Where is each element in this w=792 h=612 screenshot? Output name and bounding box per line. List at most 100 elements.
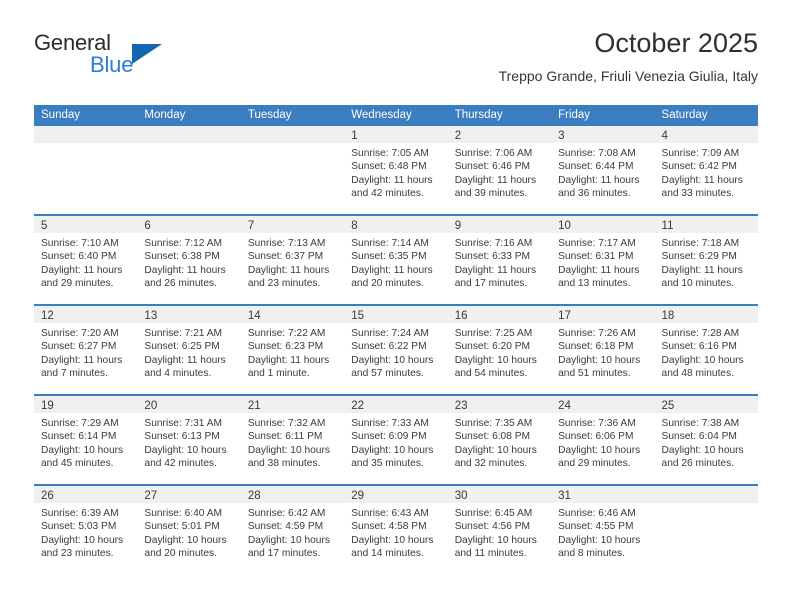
- calendar-day-cell[interactable]: 11 Sunrise: 7:18 AM Sunset: 6:29 PM Dayligh…: [654, 216, 758, 304]
- calendar-week-row: 1 Sunrise: 7:05 AM Sunset: 6:48 PM Daylight…: [34, 126, 758, 214]
- daylight-text-line2: and 20 minutes.: [351, 277, 424, 289]
- daylight-text-line1: Daylight: 10 hours: [454, 534, 537, 546]
- day-info: Sunrise: 6:43 AM Sunset: 4:58 PM Daylight:…: [344, 503, 447, 560]
- calendar-page: General Blue October 2025 Treppo Grande,…: [0, 0, 792, 612]
- calendar-day-cell-empty: [654, 486, 758, 574]
- weekday-monday: Monday: [144, 109, 186, 121]
- calendar-day-cell[interactable]: 5 Sunrise: 7:10 AM Sunset: 6:40 PM Daylight…: [34, 216, 138, 304]
- calendar-day-cell[interactable]: 14 Sunrise: 7:22 AM Sunset: 6:23 PM Dayligh…: [240, 306, 345, 394]
- day-number: 22: [351, 400, 365, 412]
- day-number-strip: 30: [447, 486, 552, 503]
- calendar-day-cell[interactable]: 27 Sunrise: 6:40 AM Sunset: 5:01 PM Dayligh…: [137, 486, 241, 574]
- sunset-text: Sunset: 4:58 PM: [351, 521, 427, 533]
- daylight-text-line1: Daylight: 11 hours: [558, 174, 640, 186]
- daylight-text-line2: and 57 minutes.: [351, 367, 424, 379]
- sunrise-text: Sunrise: 7:13 AM: [247, 238, 326, 249]
- day-info: Sunrise: 6:39 AM Sunset: 5:03 PM Daylight:…: [34, 503, 137, 560]
- sunrise-text: Sunrise: 7:08 AM: [558, 148, 636, 159]
- sunset-text: Sunset: 5:03 PM: [41, 521, 117, 533]
- calendar-day-cell[interactable]: 29 Sunrise: 6:43 AM Sunset: 4:58 PM Dayligh…: [344, 486, 448, 574]
- calendar-day-cell[interactable]: 16 Sunrise: 7:25 AM Sunset: 6:20 PM Dayligh…: [447, 306, 552, 394]
- sunrise-text: Sunrise: 6:40 AM: [144, 508, 223, 519]
- day-info: Sunrise: 7:31 AM Sunset: 6:13 PM Daylight:…: [137, 413, 240, 470]
- day-number: 7: [247, 220, 255, 232]
- calendar-day-cell[interactable]: 25 Sunrise: 7:38 AM Sunset: 6:04 PM Dayligh…: [654, 396, 758, 484]
- calendar-day-cell[interactable]: 19 Sunrise: 7:29 AM Sunset: 6:14 PM Dayligh…: [34, 396, 138, 484]
- day-info: Sunrise: 7:38 AM Sunset: 6:04 PM Daylight:…: [655, 413, 758, 470]
- calendar-day-cell[interactable]: 10 Sunrise: 7:17 AM Sunset: 6:31 PM Dayligh…: [551, 216, 655, 304]
- daylight-text-line1: Daylight: 10 hours: [144, 534, 227, 546]
- sunset-text: Sunset: 6:44 PM: [558, 161, 634, 173]
- general-blue-logo: General Blue: [34, 30, 234, 86]
- calendar-day-cell[interactable]: 7 Sunrise: 7:13 AM Sunset: 6:37 PM Daylight…: [240, 216, 345, 304]
- sunrise-text: Sunrise: 7:18 AM: [661, 238, 740, 249]
- calendar-day-cell[interactable]: 17 Sunrise: 7:26 AM Sunset: 6:18 PM Dayligh…: [551, 306, 655, 394]
- sunrise-text: Sunrise: 7:29 AM: [41, 418, 119, 429]
- calendar-day-cell[interactable]: 26 Sunrise: 6:39 AM Sunset: 5:03 PM Dayligh…: [34, 486, 138, 574]
- calendar-day-cell[interactable]: 23 Sunrise: 7:35 AM Sunset: 6:08 PM Dayligh…: [447, 396, 552, 484]
- daylight-text-line1: Daylight: 11 hours: [144, 354, 226, 366]
- calendar-day-cell[interactable]: 1 Sunrise: 7:05 AM Sunset: 6:48 PM Daylight…: [344, 126, 448, 214]
- daylight-text-line2: and 32 minutes.: [454, 457, 528, 469]
- sunset-text: Sunset: 6:04 PM: [661, 431, 737, 443]
- calendar-day-cell[interactable]: 6 Sunrise: 7:12 AM Sunset: 6:38 PM Daylight…: [137, 216, 241, 304]
- calendar-day-cell[interactable]: 30 Sunrise: 6:45 AM Sunset: 4:56 PM Dayligh…: [447, 486, 552, 574]
- day-info: Sunrise: 7:32 AM Sunset: 6:11 PM Daylight:…: [241, 413, 344, 470]
- calendar-day-cell[interactable]: 3 Sunrise: 7:08 AM Sunset: 6:44 PM Daylight…: [551, 126, 655, 214]
- day-info: Sunrise: 7:16 AM Sunset: 6:33 PM Daylight:…: [448, 233, 551, 290]
- weekday-friday: Friday: [558, 109, 591, 121]
- sunrise-text: Sunrise: 6:43 AM: [351, 508, 429, 519]
- daylight-text-line2: and 38 minutes.: [247, 457, 321, 469]
- day-number: 29: [351, 490, 365, 502]
- logo-triangle-icon: [132, 44, 162, 64]
- calendar-day-cell[interactable]: 24 Sunrise: 7:36 AM Sunset: 6:06 PM Dayligh…: [551, 396, 655, 484]
- calendar-day-cell[interactable]: 4 Sunrise: 7:09 AM Sunset: 6:42 PM Daylight…: [654, 126, 758, 214]
- day-info: Sunrise: 6:46 AM Sunset: 4:55 PM Daylight:…: [551, 503, 654, 560]
- daylight-text-line2: and 20 minutes.: [144, 547, 217, 559]
- day-number-strip: 9: [447, 216, 552, 233]
- sunset-text: Sunset: 4:59 PM: [247, 521, 324, 533]
- day-number: 13: [144, 310, 158, 322]
- logo-text-blue: Blue: [90, 52, 134, 77]
- sunrise-text: Sunrise: 7:09 AM: [661, 148, 740, 159]
- sunset-text: Sunset: 5:01 PM: [144, 521, 220, 533]
- page-header: General Blue October 2025 Treppo Grande,…: [34, 28, 758, 98]
- sunrise-text: Sunrise: 7:32 AM: [247, 418, 326, 429]
- calendar-day-cell[interactable]: 13 Sunrise: 7:21 AM Sunset: 6:25 PM Dayligh…: [137, 306, 241, 394]
- day-number: 2: [454, 130, 462, 142]
- calendar-day-cell[interactable]: 8 Sunrise: 7:14 AM Sunset: 6:35 PM Daylight…: [344, 216, 448, 304]
- sunrise-text: Sunrise: 6:45 AM: [454, 508, 533, 519]
- daylight-text-line2: and 1 minute.: [247, 367, 310, 379]
- day-number-strip: 15: [344, 306, 448, 323]
- day-info: Sunrise: 6:40 AM Sunset: 5:01 PM Daylight:…: [137, 503, 240, 560]
- sunrise-text: Sunrise: 6:46 AM: [558, 508, 636, 519]
- calendar-day-cell[interactable]: 18 Sunrise: 7:28 AM Sunset: 6:16 PM Dayligh…: [654, 306, 758, 394]
- daylight-text-line1: Daylight: 11 hours: [351, 174, 433, 186]
- day-info: Sunrise: 7:36 AM Sunset: 6:06 PM Daylight:…: [551, 413, 654, 470]
- day-number: 20: [144, 400, 158, 412]
- daylight-text-line1: Daylight: 11 hours: [661, 174, 743, 186]
- day-number: 30: [454, 490, 468, 502]
- sunrise-text: Sunrise: 7:33 AM: [351, 418, 429, 429]
- calendar-day-cell[interactable]: 21 Sunrise: 7:32 AM Sunset: 6:11 PM Dayligh…: [240, 396, 345, 484]
- calendar-day-cell[interactable]: 31 Sunrise: 6:46 AM Sunset: 4:55 PM Dayligh…: [551, 486, 655, 574]
- sunrise-text: Sunrise: 7:26 AM: [558, 328, 636, 339]
- day-number-strip: [34, 126, 138, 143]
- daylight-text-line1: Daylight: 10 hours: [558, 534, 641, 546]
- daylight-text-line1: Daylight: 11 hours: [661, 264, 743, 276]
- daylight-text-line2: and 8 minutes.: [558, 547, 625, 559]
- daylight-text-line2: and 29 minutes.: [41, 277, 114, 289]
- calendar-day-cell[interactable]: 9 Sunrise: 7:16 AM Sunset: 6:33 PM Daylight…: [447, 216, 552, 304]
- daylight-text-line2: and 51 minutes.: [558, 367, 631, 379]
- day-number-strip: 16: [447, 306, 552, 323]
- calendar-day-cell[interactable]: 20 Sunrise: 7:31 AM Sunset: 6:13 PM Dayligh…: [137, 396, 241, 484]
- calendar-day-cell[interactable]: 12 Sunrise: 7:20 AM Sunset: 6:27 PM Dayligh…: [34, 306, 138, 394]
- calendar-day-cell[interactable]: 28 Sunrise: 6:42 AM Sunset: 4:59 PM Dayligh…: [240, 486, 345, 574]
- calendar-day-cell[interactable]: 15 Sunrise: 7:24 AM Sunset: 6:22 PM Dayligh…: [344, 306, 448, 394]
- calendar-day-cell[interactable]: 22 Sunrise: 7:33 AM Sunset: 6:09 PM Dayligh…: [344, 396, 448, 484]
- calendar-day-cell[interactable]: 2 Sunrise: 7:06 AM Sunset: 6:46 PM Daylight…: [447, 126, 552, 214]
- day-number-strip: 14: [240, 306, 345, 323]
- sunset-text: Sunset: 6:23 PM: [247, 341, 324, 353]
- sunrise-text: Sunrise: 7:35 AM: [454, 418, 533, 429]
- daylight-text-line2: and 17 minutes.: [454, 277, 528, 289]
